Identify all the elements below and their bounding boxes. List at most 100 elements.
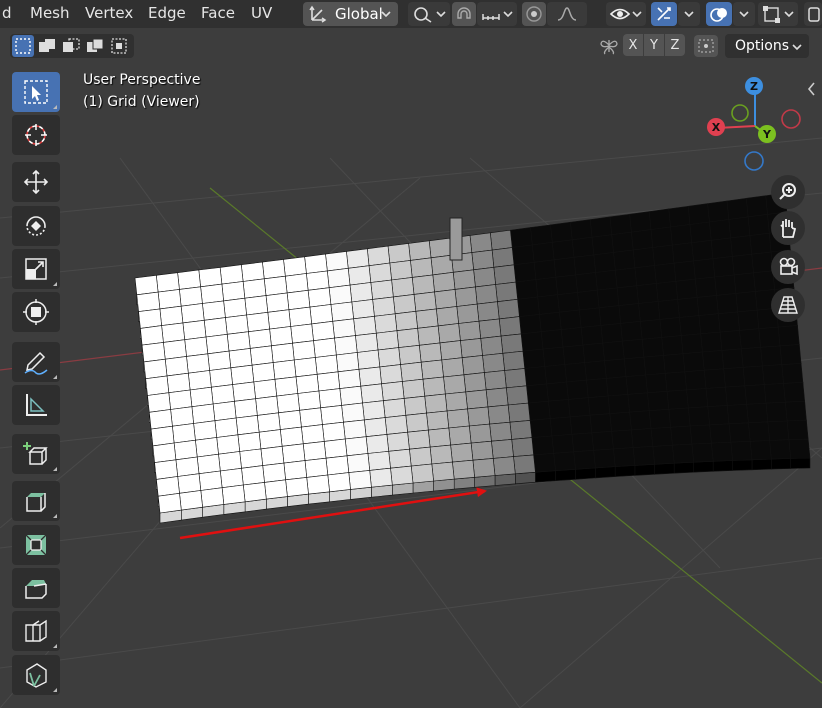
mesh-tile (400, 361, 424, 382)
select-intersect-button[interactable] (108, 35, 130, 57)
add-cube-tool[interactable] (12, 434, 60, 474)
visibility-dropdown[interactable] (606, 2, 646, 26)
mesh-tile (274, 376, 299, 397)
mirror-y-button[interactable]: Y (644, 34, 664, 56)
select-extend-icon (39, 39, 55, 52)
mesh-tile (391, 277, 415, 298)
cursor-tool[interactable] (12, 115, 60, 155)
neg-x-axis-ball[interactable] (781, 109, 801, 129)
mesh-tile (346, 248, 370, 269)
menu-select-truncated[interactable]: d (2, 4, 12, 22)
mesh-tile (134, 274, 159, 296)
viewport-scene (0, 137, 822, 708)
mesh-tile (193, 420, 218, 441)
mesh-tile (664, 371, 687, 392)
mirror-x-button[interactable]: X (623, 34, 643, 56)
mesh-tile (682, 351, 705, 373)
measure-tool[interactable] (12, 385, 60, 425)
proportional-falloff-dropdown[interactable] (547, 2, 587, 26)
extrude-tool[interactable] (12, 481, 60, 521)
menu-vertex[interactable]: Vertex (85, 4, 133, 22)
menu-face[interactable]: Face (201, 4, 235, 22)
mesh-tile (591, 430, 614, 451)
transform-orientation-dropdown[interactable]: Global (303, 2, 398, 26)
knife-icon (26, 663, 47, 688)
bevel-tool[interactable] (12, 568, 60, 608)
mesh-tile (410, 463, 434, 484)
pivot-point-dropdown[interactable] (408, 2, 450, 26)
mirror-butterfly-icon[interactable] (598, 36, 620, 56)
mesh-tile (596, 287, 620, 309)
mesh-tile (348, 470, 372, 490)
mesh-tile (191, 403, 216, 424)
mesh-tile (602, 340, 625, 362)
select-subtract-button[interactable] (60, 35, 82, 57)
camera-view-button[interactable] (771, 250, 805, 284)
mesh-tile (424, 393, 448, 414)
menu-uv[interactable]: UV (251, 4, 272, 22)
zoom-button[interactable] (771, 175, 805, 209)
x-axis-ball[interactable]: X (707, 118, 725, 136)
options-dropdown[interactable]: Options (725, 34, 809, 58)
snap-target-dropdown[interactable] (477, 2, 517, 26)
neg-z-axis-ball[interactable] (744, 151, 764, 171)
orientation-axes-icon (309, 5, 327, 23)
pan-button[interactable] (771, 211, 805, 245)
sidebar-toggle-icon[interactable] (806, 80, 818, 98)
mesh-tile (432, 271, 456, 293)
proportional-editing-toggle[interactable] (522, 2, 546, 26)
mesh-tile (398, 344, 422, 365)
auto-merge-toggle[interactable] (694, 35, 718, 57)
mesh-tile (249, 345, 274, 366)
mesh-tile (446, 408, 470, 429)
mesh-tile (326, 267, 351, 289)
z-axis-ball[interactable]: Z (745, 77, 763, 95)
neg-y-axis-ball[interactable] (731, 104, 749, 122)
mesh-tile (557, 292, 580, 313)
move-tool[interactable] (12, 162, 60, 202)
mesh-tile (386, 431, 410, 452)
rotate-tool[interactable] (12, 206, 60, 246)
select-box-tool[interactable] (12, 72, 60, 112)
annotate-tool[interactable] (12, 342, 60, 382)
transform-tool[interactable] (12, 292, 60, 332)
mesh-tile (339, 385, 363, 406)
inset-tool[interactable] (12, 525, 60, 565)
mesh-tile (531, 241, 555, 263)
mesh-tile (278, 409, 302, 430)
mesh-tile (370, 279, 394, 300)
show-gizmo-toggle[interactable] (651, 2, 677, 26)
mesh-tile (570, 219, 593, 241)
y-axis-ball[interactable]: Y (758, 125, 776, 143)
mesh-tile (668, 205, 691, 228)
mesh-tile (140, 325, 164, 346)
mesh-tile (237, 431, 262, 452)
mesh-tile (721, 348, 744, 370)
gizmo-dropdown[interactable] (678, 2, 700, 26)
knife-tool[interactable] (12, 655, 60, 695)
perspective-toggle-button[interactable] (771, 288, 805, 322)
mesh-tile (550, 221, 573, 243)
mesh-tile (537, 294, 560, 315)
mesh-tile (562, 344, 586, 365)
menu-mesh[interactable]: Mesh (30, 4, 70, 22)
show-overlays-toggle[interactable] (706, 2, 732, 26)
mesh-tile (456, 303, 480, 324)
mesh-edit-overlays-dropdown[interactable] (758, 2, 798, 26)
select-invert-button[interactable] (84, 35, 106, 57)
mesh-tile (487, 404, 511, 425)
mesh-tile (267, 309, 292, 330)
scale-tool[interactable] (12, 249, 60, 289)
mesh-tile (253, 378, 278, 400)
snap-toggle[interactable] (452, 2, 476, 26)
mesh-tile (510, 227, 533, 248)
select-extend-button[interactable] (36, 35, 58, 57)
vertex-select-mode-button[interactable] (12, 35, 34, 57)
mesh-tile (304, 457, 329, 478)
loop-cut-tool[interactable] (12, 611, 60, 651)
3d-viewport[interactable]: User Perspective (1) Grid (Viewer) Z X Y (0, 28, 822, 708)
menu-edge[interactable]: Edge (148, 4, 186, 22)
mirror-z-button[interactable]: Z (665, 34, 685, 56)
shading-toggle-truncated[interactable] (804, 2, 822, 26)
overlays-dropdown[interactable] (733, 2, 755, 26)
